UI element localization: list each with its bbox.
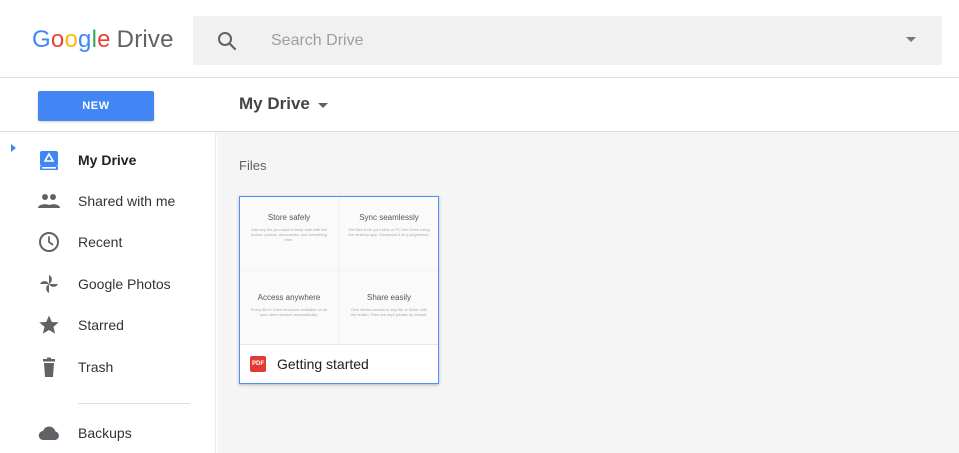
sidebar-item-label: My Drive [78,152,137,168]
file-name: Getting started [277,356,369,372]
logo-product-name: Drive [116,26,174,53]
sidebar-divider [78,403,190,404]
star-icon [39,315,59,334]
thumbnail-cell-title: Sync seamlessly [359,213,419,222]
sidebar-item-label: Shared with me [78,193,176,209]
google-drive-logo[interactable]: Google Drive [32,26,174,54]
logo-letter: o [50,26,65,53]
thumbnail-cell-body: Add any file you want to keep safe with … [251,227,327,242]
sidebar-item-label: Google Photos [78,276,171,292]
sidebar-item-recent[interactable]: Recent [0,225,216,259]
section-heading: Files [239,158,267,173]
photos-pinwheel-icon [40,275,58,293]
sidebar-item-trash[interactable]: Trash [0,350,216,384]
sidebar-item-starred[interactable]: Starred [0,308,216,342]
sidebar-item-my-drive[interactable]: My Drive [0,143,216,177]
trash-icon [43,357,55,377]
logo-letter: G [32,26,51,53]
file-area: Files Store safely Add any file you want… [217,133,959,453]
breadcrumb-label: My Drive [239,94,310,113]
new-button[interactable]: NEW [38,91,154,121]
search-bar[interactable] [193,16,942,65]
toolbar: NEW My Drive [0,78,959,132]
clock-icon [39,232,59,252]
thumbnail-cell: Sync seamlessly Get files from your Mac … [340,197,438,270]
people-icon [38,194,60,208]
thumbnail-cell-body: Every file in Drive becomes available on… [250,307,328,317]
breadcrumb[interactable]: My Drive [239,94,328,114]
sidebar-item-label: Starred [78,317,124,333]
sidebar-item-label: Recent [78,234,123,250]
pdf-icon: PDF [250,356,266,372]
sidebar-item-backups[interactable]: Backups [0,416,216,450]
thumbnail-cell: Share easily Give others access to any f… [340,271,438,344]
sidebar-item-google-photos[interactable]: Google Photos [0,267,216,301]
logo-letter: e [97,26,111,53]
sidebar-item-label: Backups [78,425,132,441]
file-name-row[interactable]: PDF Getting started [240,344,438,383]
thumbnail-cell: Store safely Add any file you want to ke… [240,197,338,270]
my-drive-icon [40,151,58,170]
thumbnail-cell-title: Share easily [366,293,412,302]
logo-letter: g [78,26,92,53]
sidebar-item-label: Trash [78,359,114,375]
sidebar-item-shared-with-me[interactable]: Shared with me [0,184,216,218]
thumbnail-cell-title: Access anywhere [257,293,321,302]
app-header: Google Drive [0,0,959,78]
caret-down-icon[interactable] [317,102,328,108]
thumbnail-cell-body: Give others access to any file or folder… [350,307,428,317]
cloud-icon [38,426,59,441]
search-icon[interactable] [215,29,239,53]
file-thumbnail: Store safely Add any file you want to ke… [240,197,438,344]
sidebar: My Drive Shared with me Recent Google Ph… [0,132,216,453]
thumbnail-cell-title: Store safely [267,213,311,222]
search-input[interactable] [271,29,871,53]
file-card[interactable]: Store safely Add any file you want to ke… [239,196,439,384]
logo-letter: o [64,26,78,53]
thumbnail-cell-body: Get files from your Mac or PC into Drive… [348,227,430,237]
caret-down-icon[interactable] [906,37,916,42]
thumbnail-cell: Access anywhere Every file in Drive beco… [240,271,338,344]
